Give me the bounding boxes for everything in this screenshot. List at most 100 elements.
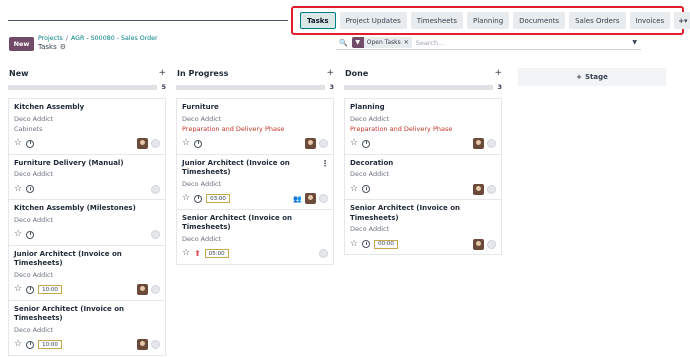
star-icon[interactable]: ☆ (14, 139, 22, 148)
kanban-state-icon[interactable] (151, 139, 160, 148)
tab-tasks[interactable]: Tasks (300, 12, 336, 29)
column-progress: 3 (176, 82, 334, 92)
star-icon[interactable]: ☆ (14, 184, 22, 194)
tab-planning[interactable]: Planning (467, 12, 510, 29)
task-card[interactable]: Kitchen Assembly (Milestones) Deco Addict… (8, 199, 166, 245)
star-icon[interactable]: ☆ (14, 340, 22, 349)
task-card[interactable]: Senior Architect (Invoice on Timesheets)… (344, 199, 502, 255)
new-button[interactable]: New (9, 37, 34, 51)
search-input[interactable]: Search... (416, 39, 629, 47)
card-footer-right (151, 230, 160, 239)
clock-icon[interactable] (26, 185, 35, 193)
breadcrumb-separator: / (65, 35, 68, 42)
clock-icon[interactable] (194, 194, 203, 203)
clock-icon[interactable] (26, 340, 35, 349)
avatar[interactable] (305, 138, 316, 149)
deadline-badge: 05:00 (204, 249, 229, 258)
upload-icon[interactable]: ⬆ (194, 249, 201, 258)
tab-invoices[interactable]: Invoices (629, 12, 671, 29)
avatar[interactable] (473, 238, 484, 250)
followers-icon[interactable]: 👥 (293, 195, 302, 203)
quick-create-icon[interactable]: + (158, 68, 166, 78)
close-icon[interactable]: ✕ (404, 39, 412, 46)
task-customer: Deco Addict (182, 114, 222, 123)
breadcrumb-sales-order[interactable]: AGR - S00080 - Sales Order (71, 35, 158, 42)
progress-bar[interactable] (344, 84, 494, 90)
kanban-state-icon[interactable] (151, 184, 160, 194)
avatar[interactable] (473, 138, 484, 149)
gear-icon[interactable]: ⚙ (60, 43, 66, 51)
clock-icon[interactable] (362, 240, 371, 248)
card-footer-right (473, 238, 496, 250)
card-footer: ☆ 10:00 (14, 339, 160, 351)
task-card[interactable]: Junior Architect (Invoice on Timesheets)… (8, 244, 166, 300)
clock-icon[interactable] (26, 285, 35, 294)
task-title: Kitchen Assembly (Milestones) (14, 204, 136, 212)
card-footer-right (305, 138, 328, 149)
clock-icon[interactable] (26, 139, 35, 148)
tab-project-updates[interactable]: Project Updates (339, 12, 407, 29)
kanban-state-icon[interactable] (151, 340, 160, 349)
star-icon[interactable]: ☆ (350, 139, 358, 148)
task-card[interactable]: Senior Architect (Invoice on Timesheets)… (8, 299, 166, 356)
chevron-down-icon[interactable]: ▼ (632, 39, 641, 46)
add-stage-button[interactable]: + Stage (518, 68, 666, 86)
task-card[interactable]: Kitchen Assembly Deco Addict Cabinets ☆ (8, 98, 166, 154)
quick-create-icon[interactable]: + (494, 68, 502, 78)
avatar[interactable] (137, 339, 148, 350)
quick-create-icon[interactable]: + (326, 68, 334, 78)
star-icon[interactable]: ☆ (14, 285, 22, 294)
kanban-state-icon[interactable] (151, 230, 160, 239)
filter-facet[interactable]: ▼ Open Tasks ✕ (351, 37, 412, 48)
avatar[interactable] (137, 138, 148, 149)
progress-bar[interactable] (176, 84, 326, 90)
kanban-state-icon[interactable] (319, 139, 328, 148)
breadcrumb: Projects / AGR - S00080 - Sales Order (38, 35, 158, 42)
tab-timesheets[interactable]: Timesheets (410, 12, 464, 29)
search-bar[interactable]: 🔍 ▼ Open Tasks ✕ Search... ▼ (336, 36, 641, 50)
card-footer-right (473, 183, 496, 195)
kanban-state-icon[interactable] (151, 285, 160, 294)
clock-icon[interactable] (362, 139, 371, 148)
kanban-state-icon[interactable] (319, 249, 328, 258)
avatar[interactable] (137, 284, 148, 295)
tab-documents[interactable]: Documents (513, 12, 566, 29)
card-footer: ☆ ⬆ 05:00 (182, 248, 328, 260)
avatar[interactable] (305, 193, 316, 204)
kanban-state-icon[interactable] (487, 239, 496, 249)
task-card[interactable]: Planning Deco Addict Preparation and Deliv… (344, 98, 502, 154)
star-icon[interactable]: ☆ (350, 239, 358, 249)
task-card[interactable]: Decoration Deco Addict ☆ (344, 153, 502, 199)
kanban-state-icon[interactable] (319, 194, 328, 203)
task-title: Kitchen Assembly (14, 103, 85, 111)
add-tab-menu-button[interactable]: +▾ (674, 12, 690, 29)
kebab-menu-icon[interactable]: ⋮ (321, 159, 329, 168)
task-card[interactable]: ⋮ Junior Architect (Invoice on Timesheets… (176, 153, 334, 209)
tab-sales-orders[interactable]: Sales Orders (569, 12, 626, 29)
card-footer-right (151, 184, 160, 194)
clock-icon[interactable] (26, 230, 35, 239)
search-icon[interactable]: 🔍 (339, 39, 348, 47)
clock-icon[interactable] (194, 139, 203, 148)
avatar[interactable] (473, 183, 484, 195)
column-count: 3 (497, 83, 502, 91)
star-icon[interactable]: ☆ (182, 249, 190, 258)
star-icon[interactable]: ☆ (350, 184, 358, 194)
star-icon[interactable]: ☆ (182, 194, 190, 203)
clock-icon[interactable] (362, 185, 371, 193)
task-title: Furniture Delivery (Manual) (14, 158, 124, 167)
card-list: Planning Deco Addict Preparation and Deliv… (344, 98, 502, 255)
task-card[interactable]: Senior Architect (Invoice on Timesheets)… (176, 208, 334, 265)
task-title: Junior Architect (Invoice on Timesheets) (14, 249, 122, 268)
task-customer: Deco Addict (14, 325, 54, 334)
task-card[interactable]: Furniture Deco Addict Preparation and Deli… (176, 98, 334, 154)
kanban-state-icon[interactable] (487, 139, 496, 148)
star-icon[interactable]: ☆ (182, 139, 190, 148)
progress-bar[interactable] (8, 84, 158, 90)
star-icon[interactable]: ☆ (14, 230, 22, 239)
task-card[interactable]: Furniture Delivery (Manual) Deco Addict ☆ (8, 153, 166, 199)
kanban-state-icon[interactable] (487, 184, 496, 194)
breadcrumb-projects[interactable]: Projects (38, 35, 63, 42)
column-header: New + (8, 64, 166, 82)
column-title: New (9, 68, 29, 78)
